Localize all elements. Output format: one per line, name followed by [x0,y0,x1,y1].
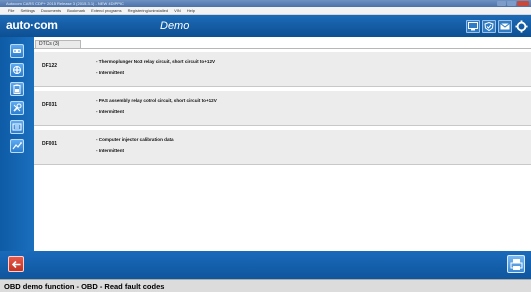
menu-documents[interactable]: Documents [41,8,61,13]
menu-file[interactable]: File [8,8,14,13]
print-icon [510,258,522,270]
status-text: OBD demo function - OBD - Read fault cod… [4,282,165,291]
mail-icon[interactable] [498,19,512,33]
dtc-code: DF122 [42,63,58,69]
dtc-description: - Computer injector calibration data [96,137,174,142]
page-title: Demo [160,20,190,32]
gear-icon[interactable] [514,19,528,33]
tab-dtcs[interactable]: DTCs (3) [35,40,81,48]
print-button[interactable] [507,255,525,273]
car-display-icon[interactable] [466,19,480,33]
expand-icon[interactable] [10,63,24,77]
menu-vin[interactable]: VIN [174,8,181,13]
main-panel: DTCs (3) DF122 - Thermoplunger No3 relay… [34,37,531,251]
dtc-status: - Intermittent [96,148,125,153]
window-controls [497,1,529,6]
autocom-logo: auto·com [6,18,58,32]
status-bar: OBD demo function - OBD - Read fault cod… [0,279,531,292]
dtc-description: - Thermoplunger No3 relay circuit, short… [96,59,216,64]
menu-bookmark[interactable]: Bookmark [67,8,85,13]
sidebar [0,37,34,251]
dtc-row[interactable]: DF001 - Computer injector calibration da… [34,130,531,165]
route-icon[interactable] [10,139,24,153]
shield-icon[interactable] [482,19,496,33]
menu-bar: File Settings Documents Bookmark Extend … [0,7,531,15]
bottom-toolbar [0,251,531,279]
back-button[interactable] [8,256,24,272]
dtc-status: - Intermittent [96,109,125,114]
maximize-button[interactable] [507,1,516,6]
dtc-code: DF031 [42,102,58,108]
battery-icon[interactable] [10,82,24,96]
window-title-bar: Autocom CARS CDP+ 2015 Release 3 (2015.3… [0,0,531,7]
window-title: Autocom CARS CDP+ 2015 Release 3 (2015.3… [6,1,124,6]
app-window: Autocom CARS CDP+ 2015 Release 3 (2015.3… [0,0,531,292]
back-arrow-icon [11,260,20,268]
menu-settings[interactable]: Settings [20,8,34,13]
dtc-row[interactable]: DF031 - PAS assembly relay cotrol circui… [34,91,531,126]
menu-help[interactable]: Help [187,8,195,13]
close-button[interactable] [517,1,529,6]
menu-registering[interactable]: Registering/uninstalled [128,8,168,13]
dtc-status: - Intermittent [96,70,125,75]
header-toolbar [466,19,528,33]
app-header: auto·com Demo [0,15,531,37]
menu-extend-programs[interactable]: Extend programs [91,8,121,13]
dtc-description: - PAS assembly relay cotrol circuit, sho… [96,98,217,103]
wrench-icon[interactable] [10,101,24,115]
settings-panel-icon[interactable] [10,120,24,134]
dtc-row[interactable]: DF122 - Thermoplunger No3 relay circuit,… [34,52,531,87]
minimize-button[interactable] [497,1,506,6]
obd-icon[interactable] [10,44,24,58]
tab-divider [34,48,531,49]
dtc-code: DF001 [42,141,58,147]
